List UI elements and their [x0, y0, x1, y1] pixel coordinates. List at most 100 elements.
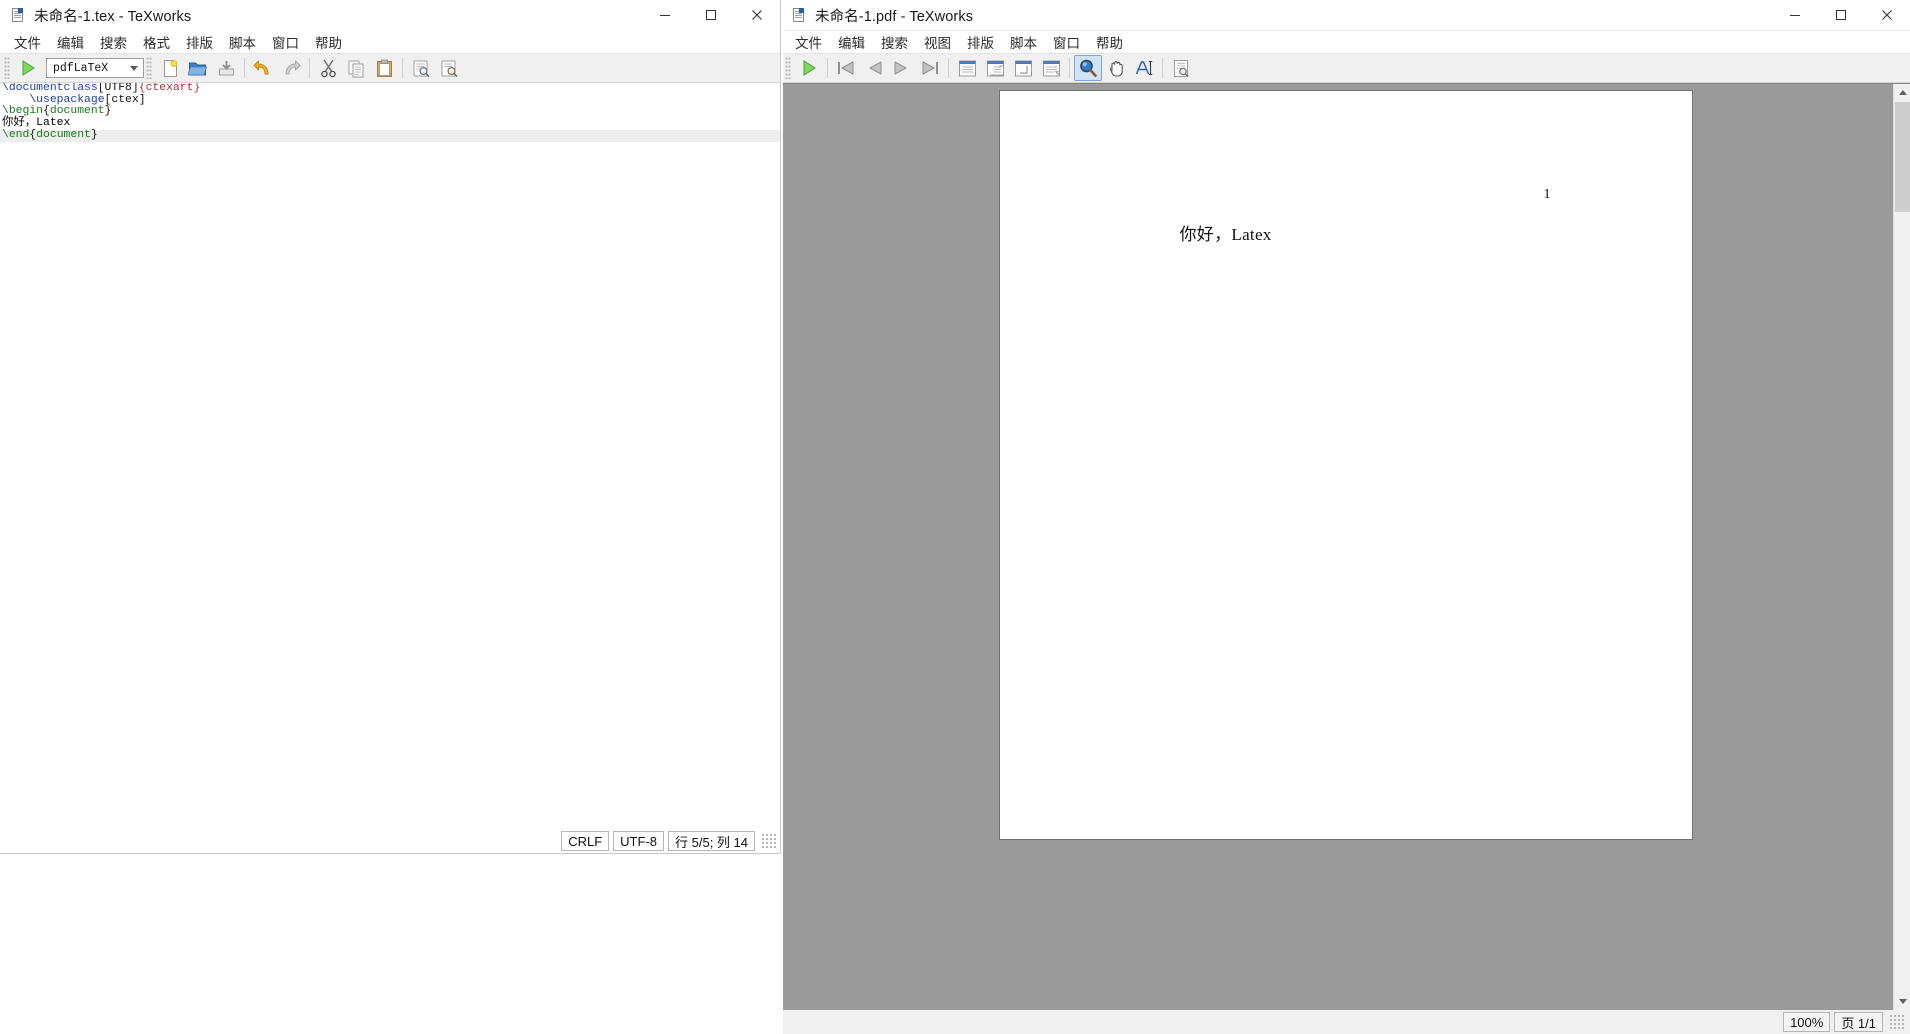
undo-button[interactable]	[249, 55, 277, 81]
pdf-menu-view[interactable]: 视图	[916, 30, 959, 54]
typeset-engine-value: pdfLaTeX	[53, 61, 109, 75]
fit-width-button[interactable]	[953, 55, 981, 81]
pdf-page[interactable]: 1 你好，Latex	[999, 91, 1692, 839]
maximize-button[interactable]	[688, 0, 734, 31]
next-page-button[interactable]	[888, 55, 916, 81]
zoom-level-indicator[interactable]: 100%	[1783, 1012, 1831, 1032]
code-token: }	[104, 105, 112, 118]
open-file-button[interactable]	[184, 55, 212, 81]
pan-tool-button[interactable]	[1102, 55, 1130, 81]
text-select-tool-button[interactable]	[1130, 55, 1158, 81]
pdf-resize-grip[interactable]	[1890, 1015, 1904, 1029]
code-token: ]	[138, 93, 146, 106]
typeset-button[interactable]	[14, 55, 42, 81]
previous-page-button[interactable]	[860, 55, 888, 81]
first-page-button[interactable]	[832, 55, 860, 81]
caret-up-icon	[1898, 90, 1907, 95]
menu-scripts[interactable]: 脚本	[221, 30, 264, 54]
editor-menubar: 文件 编辑 搜索 格式 排版 脚本 窗口 帮助	[0, 31, 780, 53]
replace-button[interactable]	[435, 55, 463, 81]
last-page-button[interactable]	[916, 55, 944, 81]
code-token: \usepackage	[29, 93, 105, 106]
find-button[interactable]	[407, 55, 435, 81]
save-file-button[interactable]	[212, 55, 240, 81]
magnify-tool-button[interactable]	[1074, 55, 1102, 81]
scrollbar-thumb[interactable]	[1895, 102, 1910, 212]
menu-window[interactable]: 窗口	[264, 30, 307, 54]
menu-format[interactable]: 格式	[135, 30, 178, 54]
code-line-5[interactable]: \end{document}	[0, 128, 780, 142]
pdf-window-title: 未命名-1.pdf - TeXworks	[815, 8, 974, 25]
editor-window: 未命名-1.tex - TeXworks 文件 编辑 搜索 格式 排版 脚本 窗…	[0, 0, 781, 854]
toolbar-grip[interactable]	[4, 57, 11, 79]
code-line-4[interactable]: 你好，Latex	[0, 117, 780, 130]
menu-help[interactable]: 帮助	[307, 30, 350, 54]
find-in-pdf-button[interactable]	[1167, 55, 1195, 81]
desktop: 未命名-1.tex - TeXworks 文件 编辑 搜索 格式 排版 脚本 窗…	[0, 0, 1910, 1034]
pdf-menu-window[interactable]: 窗口	[1045, 30, 1088, 54]
pdf-toolbar-grip[interactable]	[785, 57, 792, 79]
code-token: }	[193, 83, 201, 94]
scroll-down-button[interactable]	[1894, 993, 1910, 1010]
scroll-up-button[interactable]	[1894, 84, 1910, 101]
pdf-toolbar-separator-2	[948, 58, 949, 78]
pdf-close-button[interactable]	[1864, 0, 1910, 31]
pdf-menubar: 文件 编辑 搜索 视图 排版 脚本 窗口 帮助	[781, 31, 1910, 53]
pdf-menu-scripts[interactable]: 脚本	[1002, 30, 1045, 54]
code-token: document	[49, 105, 105, 118]
copy-button[interactable]	[342, 55, 370, 81]
minimize-button[interactable]	[642, 0, 688, 31]
actual-size-button[interactable]	[1009, 55, 1037, 81]
toolbar-grip-2[interactable]	[146, 57, 153, 79]
menu-typeset[interactable]: 排版	[178, 30, 221, 54]
pdf-menu-help[interactable]: 帮助	[1088, 30, 1131, 54]
paste-button[interactable]	[370, 55, 398, 81]
code-line-3[interactable]: \begin{document}	[0, 106, 780, 118]
pdf-typeset-button[interactable]	[795, 55, 823, 81]
close-button[interactable]	[734, 0, 780, 31]
pdf-toolbar	[781, 53, 1910, 83]
page-indicator[interactable]: 页 1/1	[1834, 1012, 1883, 1032]
menu-edit[interactable]: 编辑	[49, 30, 92, 54]
editor-toolbar: pdfLaTeX	[0, 53, 780, 83]
code-lines-container[interactable]: \documentclass[UTF8]{ctexart} \usepackag…	[0, 83, 780, 142]
pdf-menu-search[interactable]: 搜索	[873, 30, 916, 54]
pdf-body-text: 你好，Latex	[1179, 225, 1272, 244]
toolbar-separator-1	[244, 58, 245, 78]
menu-search[interactable]: 搜索	[92, 30, 135, 54]
fit-window-button[interactable]	[981, 55, 1009, 81]
code-token: \documentclass	[2, 83, 98, 94]
cursor-position-indicator[interactable]: 行 5/5; 列 14	[668, 831, 755, 851]
redo-button[interactable]	[277, 55, 305, 81]
window-splitter	[781, 0, 783, 1034]
line-ending-indicator[interactable]: CRLF	[561, 831, 610, 851]
code-token: }	[90, 128, 98, 141]
pdf-menu-edit[interactable]: 编辑	[830, 30, 873, 54]
pdf-menu-file[interactable]: 文件	[787, 30, 830, 54]
code-line-2[interactable]: \usepackage[ctex]	[0, 93, 780, 107]
menu-file[interactable]: 文件	[6, 30, 49, 54]
pdf-toolbar-separator-3	[1069, 58, 1070, 78]
pdf-minimize-button[interactable]	[1772, 0, 1818, 31]
code-token: ctexart	[145, 83, 194, 94]
pdf-page-number-label: 1	[1543, 187, 1551, 202]
pdf-statusbar: 100% 页 1/1	[781, 1010, 1910, 1034]
chevron-down-icon	[130, 66, 138, 71]
typeset-engine-select[interactable]: pdfLaTeX	[46, 58, 144, 78]
editor-window-controls	[642, 0, 780, 31]
toolbar-separator-3	[402, 58, 403, 78]
new-file-button[interactable]	[156, 55, 184, 81]
pdf-document-icon	[791, 7, 807, 23]
encoding-indicator[interactable]: UTF-8	[613, 831, 665, 851]
resize-grip[interactable]	[762, 834, 776, 848]
code-token: \end	[2, 128, 30, 141]
tex-source-editor[interactable]: \documentclass[UTF8]{ctexart} \usepackag…	[0, 83, 780, 829]
pdf-maximize-button[interactable]	[1818, 0, 1864, 31]
pdf-menu-typeset[interactable]: 排版	[959, 30, 1002, 54]
editor-statusbar: CRLF UTF-8 行 5/5; 列 14	[0, 829, 780, 853]
pdf-vertical-scrollbar[interactable]	[1893, 84, 1910, 1010]
pdf-viewport[interactable]: 1 你好，Latex	[781, 83, 1910, 1010]
code-token: ]	[131, 83, 139, 94]
fit-content-button[interactable]	[1037, 55, 1065, 81]
cut-button[interactable]	[314, 55, 342, 81]
